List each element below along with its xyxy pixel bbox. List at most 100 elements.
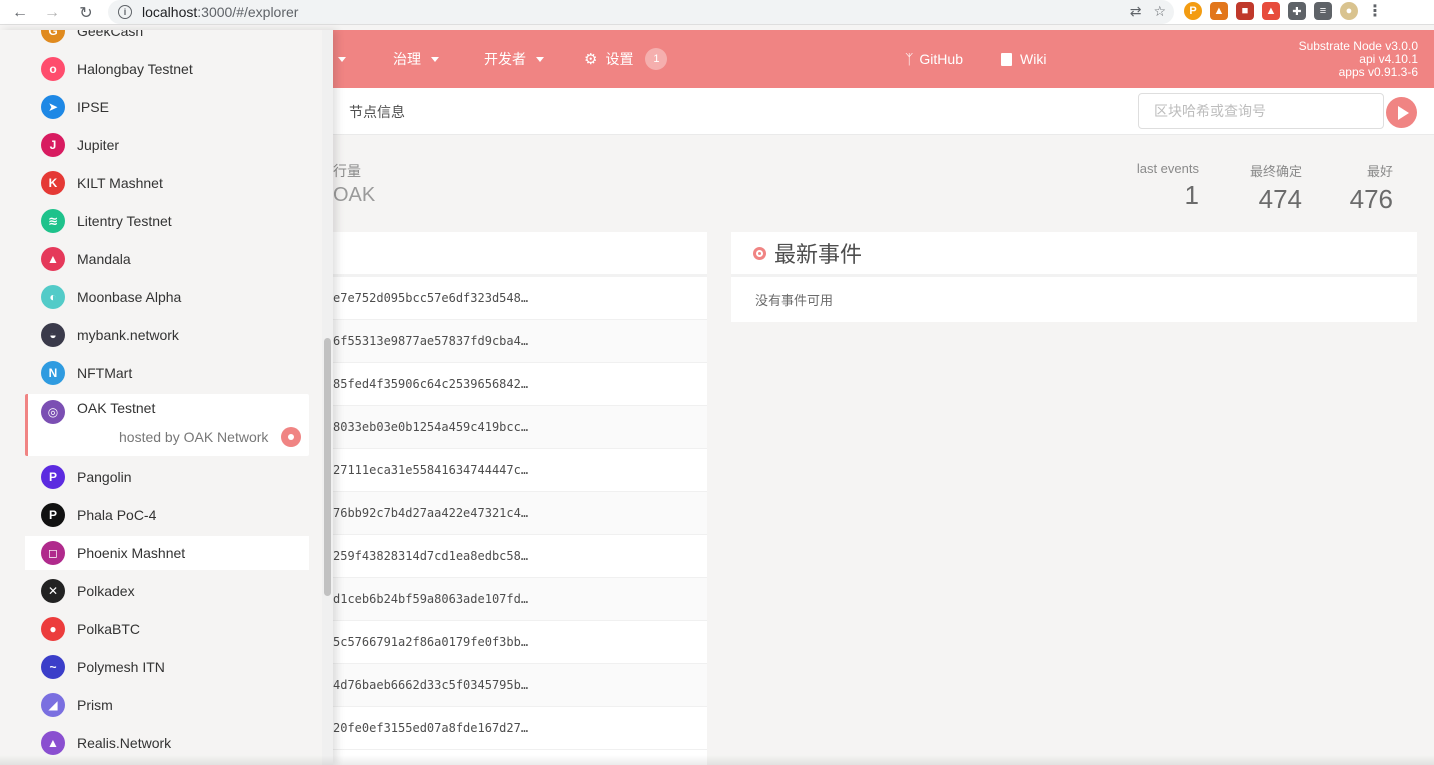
browser-menu-icon[interactable]: ⋮ — [1366, 2, 1384, 20]
block-row[interactable]: 76bb92c7b4d27aa422e47321c4… — [333, 492, 707, 535]
address-bar[interactable]: i localhost:3000/#/explorer ⇄ ☆ — [108, 0, 1174, 24]
block-row[interactable]: 8033eb03e0b1254a459c419bcc… — [333, 406, 707, 449]
block-hash[interactable]: 8033eb03e0b1254a459c419bcc… — [333, 420, 528, 434]
stat-label: 最终确定 — [1249, 164, 1302, 179]
chain-hosted-by: hosted by OAK Network — [119, 429, 269, 445]
chain-item[interactable]: N NFTMart — [25, 356, 309, 390]
recent-blocks-header — [333, 232, 707, 277]
extensions-puzzle-icon[interactable]: ✚ — [1288, 2, 1306, 20]
menu-developer[interactable]: 开发者 — [484, 30, 544, 88]
block-hash[interactable]: 20fe0ef3155ed07a8fde167d27… — [333, 721, 528, 735]
translate-icon[interactable]: ⇄ — [1130, 3, 1142, 20]
reload-icon[interactable]: ↻ — [70, 0, 102, 25]
chain-name: Phala PoC-4 — [77, 507, 157, 523]
extension-tree-icon[interactable]: ▲ — [1262, 2, 1280, 20]
chain-item[interactable]: o Halongbay Testnet — [25, 52, 309, 86]
block-hash[interactable]: d1ceb6b24bf59a8063ade107fd… — [333, 592, 528, 606]
block-row[interactable]: 259f43828314d7cd1ea8edbc58… — [333, 535, 707, 578]
chain-item[interactable]: P Phala PoC-4 — [25, 498, 309, 532]
chain-item[interactable]: J Jupiter — [25, 128, 309, 162]
github-label: GitHub — [919, 51, 963, 67]
block-row[interactable]: 85fed4f35906c64c2539656842… — [333, 363, 707, 406]
chain-item[interactable]: G GeekCash — [25, 30, 309, 48]
stat-label: last events — [1136, 161, 1199, 176]
chain-item[interactable]: P Pangolin — [25, 460, 309, 494]
block-row[interactable]: 4d76baeb6662d33c5f0345795b… — [333, 664, 707, 707]
extension-p-icon[interactable]: P — [1184, 2, 1202, 20]
stat-value: 1 — [1184, 180, 1199, 210]
block-hash[interactable]: 76bb92c7b4d27aa422e47321c4… — [333, 506, 528, 520]
browser-toolbar: ← → ↻ i localhost:3000/#/explorer ⇄ ☆ P … — [0, 0, 1434, 25]
chain-logo-icon: N — [41, 361, 65, 385]
forward-icon[interactable]: → — [36, 0, 68, 25]
wiki-link[interactable]: Wiki — [1001, 30, 1046, 88]
extension-red-icon[interactable]: ■ — [1236, 2, 1254, 20]
menu-governance[interactable]: 治理 — [393, 30, 439, 88]
block-row[interactable]: 5c5766791a2f86a0179fe0f3bb… — [333, 621, 707, 664]
chain-logo-icon: ▲ — [41, 247, 65, 271]
block-row[interactable]: 27111eca31e55841634744447c… — [333, 449, 707, 492]
chain-name: OAK Testnet — [77, 400, 156, 416]
block-hash[interactable]: 27111eca31e55841634744447c… — [333, 463, 528, 477]
chain-item[interactable]: ◎ OAK Testnet hosted by OAK Network — [25, 394, 309, 456]
block-hash[interactable]: 6f55313e9877ae57837fd9cba4… — [333, 334, 528, 348]
block-hash[interactable]: 4d76baeb6662d33c5f0345795b… — [333, 678, 528, 692]
chain-logo-icon: ◎ — [41, 400, 65, 424]
tab-node-info[interactable]: 节点信息 — [349, 102, 405, 122]
block-search-input[interactable] — [1138, 93, 1384, 129]
info-icon[interactable]: i — [118, 5, 132, 19]
chain-logo-icon: ◒ — [41, 323, 65, 347]
chain-name: mybank.network — [77, 327, 179, 343]
summary-issuance-label: 行量 — [333, 163, 361, 179]
branch-icon: ᛉ — [905, 51, 914, 67]
chain-name: NFTMart — [77, 365, 133, 381]
chain-name: Prism — [77, 697, 113, 713]
chain-name: Moonbase Alpha — [77, 289, 182, 305]
selected-chain-indicator-icon[interactable] — [281, 427, 301, 447]
stat-value: 476 — [1349, 184, 1393, 214]
block-row[interactable]: 6f55313e9877ae57837fd9cba4… — [333, 320, 707, 363]
bottom-shadow — [0, 755, 1434, 765]
block-hash[interactable]: e7e752d095bcc57e6df323d548… — [333, 291, 528, 305]
block-hash[interactable]: 5c5766791a2f86a0179fe0f3bb… — [333, 635, 528, 649]
play-icon — [1397, 105, 1409, 120]
profile-avatar-icon[interactable]: ● — [1340, 2, 1358, 20]
block-row[interactable]: e7e752d095bcc57e6df323d548… — [333, 277, 707, 320]
chain-item[interactable]: ● PolkaBTC — [25, 612, 309, 646]
chain-item[interactable]: ≋ Litentry Testnet — [25, 204, 309, 238]
chain-item[interactable]: ◻ Phoenix Mashnet — [25, 536, 309, 570]
chain-name: Jupiter — [77, 137, 120, 153]
recent-events-header: 最新事件 — [731, 232, 1417, 277]
search-submit-button[interactable] — [1386, 97, 1417, 128]
menu-developer-label: 开发者 — [484, 51, 526, 67]
chain-item[interactable]: ➤ IPSE — [25, 90, 309, 124]
menu-settings-label: 设置 — [605, 51, 634, 67]
chain-item[interactable]: K KILT Mashnet — [25, 166, 309, 200]
playlist-icon[interactable]: ≡ — [1314, 2, 1332, 20]
github-link[interactable]: ᛉ GitHub — [905, 30, 963, 88]
chain-logo-icon: ≋ — [41, 209, 65, 233]
sidebar-scrollbar-thumb[interactable] — [324, 338, 331, 596]
block-row[interactable]: d1ceb6b24bf59a8063ade107fd… — [333, 578, 707, 621]
back-icon[interactable]: ← — [4, 0, 36, 25]
chain-item[interactable]: ◐ Moonbase Alpha — [25, 280, 309, 314]
chain-item[interactable]: ◒ mybank.network — [25, 318, 309, 352]
chain-logo-icon: ◐ — [41, 285, 65, 309]
stat-best: 最好 476 — [1340, 161, 1393, 215]
bookmark-star-icon[interactable]: ☆ — [1153, 3, 1166, 20]
version-info: Substrate Node v3.0.0 api v4.10.1 apps v… — [1299, 40, 1418, 79]
chain-item[interactable]: ▲ Mandala — [25, 242, 309, 276]
url-text: localhost:3000/#/explorer — [142, 4, 299, 20]
block-row[interactable]: 20fe0ef3155ed07a8fde167d27… — [333, 707, 707, 750]
menu-settings[interactable]: ⚙ 设置 1 — [584, 30, 668, 88]
stat-value: 474 — [1258, 184, 1302, 214]
chain-item[interactable]: ~ Polymesh ITN — [25, 650, 309, 684]
hidden-menu-caret[interactable] — [338, 30, 346, 88]
recent-blocks-card: e7e752d095bcc57e6df323d548… 6f55313e9877a… — [333, 232, 707, 765]
block-hash[interactable]: 259f43828314d7cd1ea8edbc58… — [333, 549, 528, 563]
metamask-fox-icon[interactable]: ▲ — [1210, 2, 1228, 20]
chain-item[interactable]: ✕ Polkadex — [25, 574, 309, 608]
chain-selector-sidebar: G GeekCash o Halongbay Testnet ➤ IPSE J Jupiter… — [0, 30, 333, 765]
chain-item[interactable]: ◢ Prism — [25, 688, 309, 722]
block-hash[interactable]: 85fed4f35906c64c2539656842… — [333, 377, 528, 391]
